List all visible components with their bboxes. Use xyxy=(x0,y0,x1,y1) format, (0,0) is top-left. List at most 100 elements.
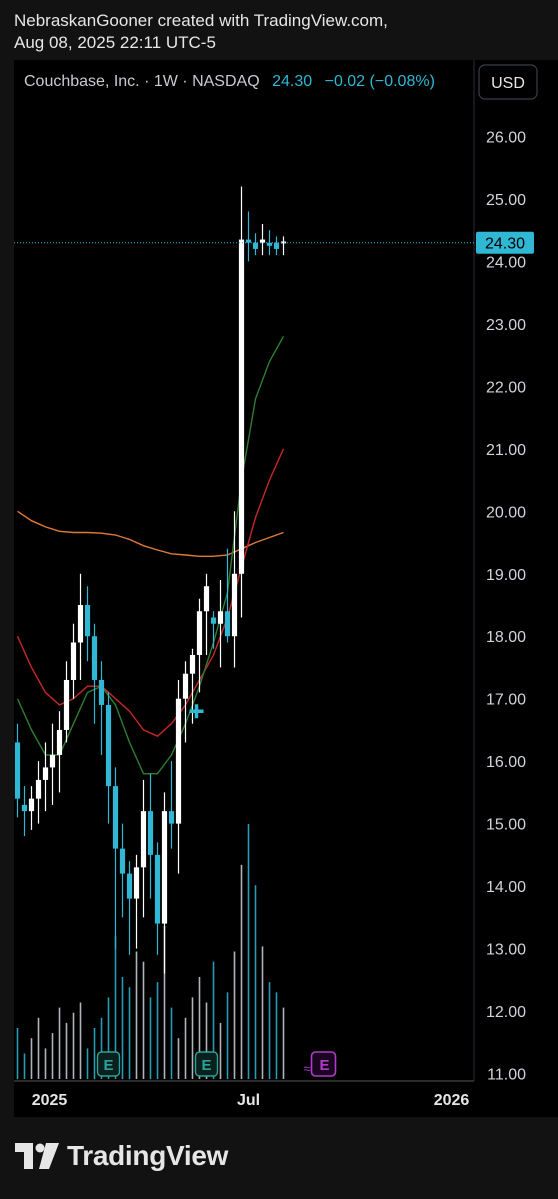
currency-label: USD xyxy=(491,75,525,92)
volume-bar xyxy=(142,961,145,1079)
volume-bar xyxy=(177,1038,180,1079)
volume-bar xyxy=(254,885,257,1079)
y-tick-label: 13.00 xyxy=(486,942,526,959)
volume-bar xyxy=(226,992,229,1079)
candle-body[interactable] xyxy=(231,573,238,637)
candle-body[interactable] xyxy=(203,586,210,612)
volume-bar xyxy=(149,997,152,1079)
volume-bar xyxy=(23,1053,26,1079)
candle-body[interactable] xyxy=(196,611,203,655)
dividend-letter: E xyxy=(319,1057,329,1074)
volume-bar xyxy=(191,997,194,1079)
candle-body[interactable] xyxy=(28,798,35,812)
candle-body[interactable] xyxy=(182,673,189,699)
dividend-wave: ≈ xyxy=(303,1061,310,1076)
volume-bar xyxy=(261,946,264,1079)
volume-bar xyxy=(170,1007,173,1079)
volume-bar xyxy=(219,1022,222,1079)
candle-body[interactable] xyxy=(70,642,77,680)
earnings-marker[interactable]: E xyxy=(96,1051,121,1077)
candle-body[interactable] xyxy=(252,242,259,249)
y-tick-label: 26.00 xyxy=(486,130,526,147)
candle-body[interactable] xyxy=(168,811,175,824)
candle-body[interactable] xyxy=(56,729,63,755)
volume-bar xyxy=(72,1012,75,1079)
volume-bar xyxy=(86,1048,89,1079)
candle-body[interactable] xyxy=(84,605,91,637)
tradingview-icon xyxy=(15,1143,59,1169)
volume-bar xyxy=(65,1022,68,1079)
y-tick-label: 12.00 xyxy=(486,1004,526,1021)
volume-bar xyxy=(93,1028,96,1079)
candle-body[interactable] xyxy=(154,854,161,924)
candle-body[interactable] xyxy=(140,811,147,868)
candle-body[interactable] xyxy=(98,679,105,705)
candle-body[interactable] xyxy=(126,873,133,899)
corner-area xyxy=(474,1081,558,1117)
y-tick-label: 21.00 xyxy=(486,442,526,459)
candle-body[interactable] xyxy=(273,242,280,249)
y-tick-label: 11.00 xyxy=(487,1067,526,1084)
candle-body[interactable] xyxy=(35,779,42,799)
volume-bar xyxy=(121,977,124,1079)
y-tick-label: 22.00 xyxy=(486,379,526,396)
y-tick-label: 18.00 xyxy=(486,629,526,646)
candle-body[interactable] xyxy=(49,754,56,768)
candle-body[interactable] xyxy=(217,611,224,624)
symbol-name: Couchbase, Inc. · 1W · NASDAQ xyxy=(24,73,260,90)
tradingview-wordmark: TradingView xyxy=(67,1140,229,1171)
volume-bar xyxy=(128,987,131,1079)
last-price-label: 24.30 xyxy=(485,236,525,253)
candle-body[interactable] xyxy=(210,617,217,624)
candle-body[interactable] xyxy=(238,239,245,574)
x-tick-label: 2026 xyxy=(434,1092,470,1109)
volume-bar xyxy=(233,951,236,1079)
candle-body[interactable] xyxy=(224,611,231,637)
symbol-legend[interactable]: Couchbase, Inc. · 1W · NASDAQ 24.30 −0.0… xyxy=(24,73,435,90)
candle-body[interactable] xyxy=(63,679,70,730)
candle-body[interactable] xyxy=(147,811,154,855)
volume-bar xyxy=(30,1038,33,1079)
volume-bar xyxy=(247,824,250,1079)
y-tick-label: 15.00 xyxy=(486,817,526,834)
candle-body[interactable] xyxy=(21,804,28,812)
volume-bar xyxy=(240,864,243,1079)
price-chart[interactable]: E E E ≈ 26.00 25.00 24.00 23.00 22.00 21.00 20.00… xyxy=(0,0,558,1199)
y-tick-label: 19.00 xyxy=(486,567,526,584)
volume-bar xyxy=(275,992,278,1079)
candle-body[interactable] xyxy=(119,848,126,874)
y-tick-label: 16.00 xyxy=(486,754,526,771)
legend-change: −0.02 (−0.08%) xyxy=(325,73,435,90)
tradingview-logo[interactable]: TradingView xyxy=(15,1140,228,1172)
volume-bar xyxy=(156,982,159,1079)
candle-body[interactable] xyxy=(42,767,49,780)
volume-bar xyxy=(37,1017,40,1079)
x-tick-label: 2025 xyxy=(32,1092,68,1109)
y-tick-label: 14.00 xyxy=(486,879,526,896)
candle-body[interactable] xyxy=(77,605,84,643)
x-tick-label: Jul xyxy=(237,1092,260,1109)
candle-body[interactable] xyxy=(161,811,168,924)
earnings-letter: E xyxy=(201,1057,211,1074)
y-tick-label: 24.00 xyxy=(486,254,526,271)
earnings-marker[interactable]: E xyxy=(194,1051,219,1077)
candle-body[interactable] xyxy=(189,654,196,674)
candle-body[interactable] xyxy=(175,698,182,824)
candle-body[interactable] xyxy=(133,867,140,899)
legend-price: 24.30 xyxy=(272,73,312,90)
volume-bar xyxy=(282,1007,285,1079)
y-tick-label: 23.00 xyxy=(486,317,526,334)
candle-body[interactable] xyxy=(112,786,119,849)
volume-bar xyxy=(44,1048,47,1079)
candle-body[interactable] xyxy=(14,742,21,799)
candle-body[interactable] xyxy=(105,704,112,787)
volume-bar xyxy=(184,1017,187,1079)
volume-bar xyxy=(58,1007,61,1079)
y-tick-label: 20.00 xyxy=(486,504,526,521)
volume-bar xyxy=(268,982,271,1079)
y-tick-label: 17.00 xyxy=(486,692,526,709)
volume-bar xyxy=(135,951,138,1079)
candle-body[interactable] xyxy=(91,636,98,680)
earnings-letter: E xyxy=(103,1057,113,1074)
volume-bar xyxy=(51,1033,54,1079)
